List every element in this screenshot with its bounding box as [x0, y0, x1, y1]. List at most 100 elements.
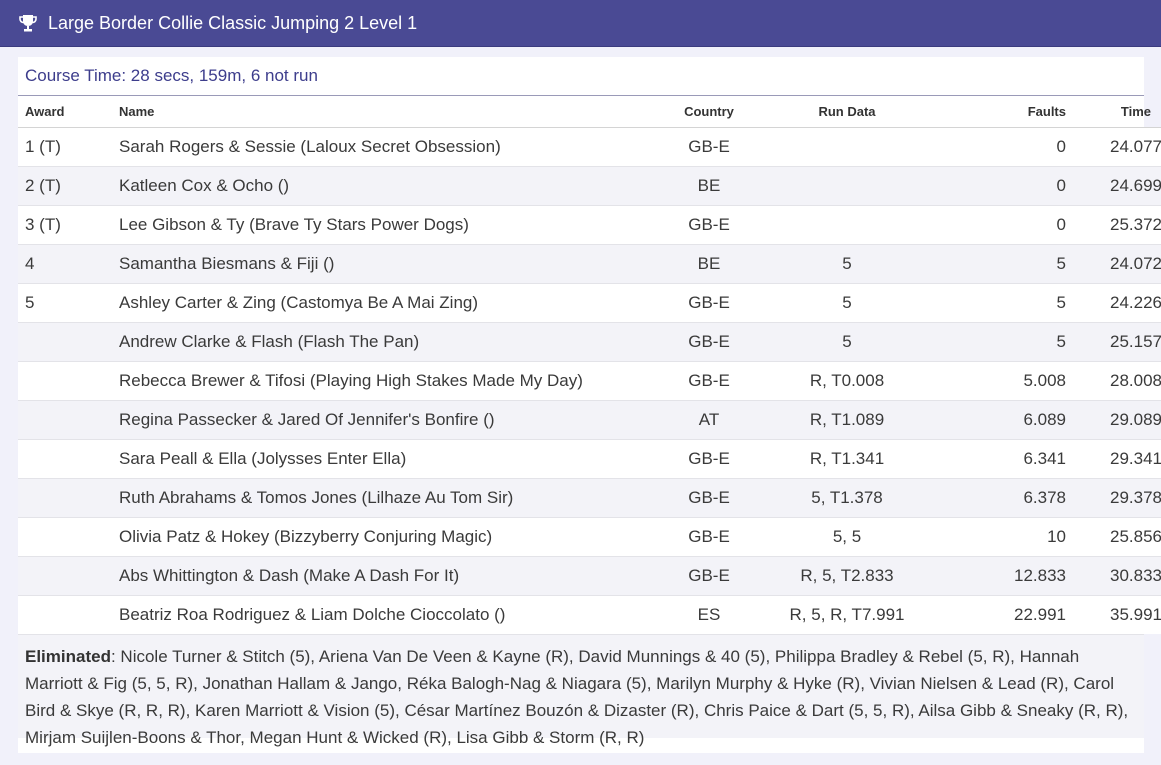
- time-cell: 24.699: [1066, 166, 1161, 206]
- name-cell: Andrew Clarke & Flash (Flash The Pan): [119, 322, 664, 362]
- faults-cell: 6.378: [940, 478, 1066, 518]
- faults-cell: 6.089: [940, 400, 1066, 440]
- col-time-header[interactable]: Time: [1066, 96, 1161, 128]
- name-cell: Lee Gibson & Ty (Brave Ty Stars Power Do…: [119, 205, 664, 245]
- name-cell: Ashley Carter & Zing (Castomya Be A Mai …: [119, 283, 664, 323]
- class-title: Large Border Collie Classic Jumping 2 Le…: [48, 12, 418, 33]
- run-data-cell: 5, T1.378: [754, 478, 940, 518]
- run-data-cell: 5: [754, 322, 940, 362]
- time-cell: 24.072: [1066, 244, 1161, 284]
- course-info: Course Time: 28 secs, 159m, 6 not run: [18, 57, 1144, 96]
- country-cell: BE: [664, 166, 754, 206]
- country-cell: GB-E: [664, 283, 754, 323]
- time-cell: 29.378: [1066, 478, 1161, 518]
- table-row: 2 (T) Katleen Cox & Ocho () BE 0 24.699: [18, 166, 1161, 206]
- country-cell: GB-E: [664, 517, 754, 557]
- faults-cell: 10: [940, 517, 1066, 557]
- award-cell: 2 (T): [18, 166, 119, 206]
- country-cell: AT: [664, 400, 754, 440]
- table-row: Olivia Patz & Hokey (Bizzyberry Conjurin…: [18, 517, 1161, 557]
- run-data-cell: [754, 166, 940, 206]
- trophy-icon: [19, 15, 37, 32]
- table-row: Ruth Abrahams & Tomos Jones (Lilhaze Au …: [18, 478, 1161, 518]
- award-cell: 1 (T): [18, 127, 119, 167]
- name-cell: Rebecca Brewer & Tifosi (Playing High St…: [119, 361, 664, 401]
- award-cell: [18, 400, 119, 440]
- col-award-header[interactable]: Award: [18, 96, 119, 128]
- country-cell: BE: [664, 244, 754, 284]
- col-name-header[interactable]: Name: [119, 96, 664, 128]
- name-cell: Samantha Biesmans & Fiji (): [119, 244, 664, 284]
- run-data-cell: 5, 5: [754, 517, 940, 557]
- time-cell: 25.157: [1066, 322, 1161, 362]
- name-cell: Olivia Patz & Hokey (Bizzyberry Conjurin…: [119, 517, 664, 557]
- table-row: Beatriz Roa Rodriguez & Liam Dolche Cioc…: [18, 595, 1161, 634]
- award-cell: [18, 595, 119, 634]
- award-cell: [18, 361, 119, 401]
- time-cell: 24.226: [1066, 283, 1161, 323]
- time-cell: 25.372: [1066, 205, 1161, 245]
- table-row: 3 (T) Lee Gibson & Ty (Brave Ty Stars Pow…: [18, 205, 1161, 245]
- name-cell: Sara Peall & Ella (Jolysses Enter Ella): [119, 439, 664, 479]
- country-cell: GB-E: [664, 361, 754, 401]
- table-row: Abs Whittington & Dash (Make A Dash For …: [18, 556, 1161, 596]
- faults-cell: 6.341: [940, 439, 1066, 479]
- name-cell: Sarah Rogers & Sessie (Laloux Secret Obs…: [119, 127, 664, 167]
- award-cell: [18, 439, 119, 479]
- results-table: Award Name Country Run Data Faults Time …: [18, 96, 1161, 634]
- faults-cell: 0: [940, 205, 1066, 245]
- award-cell: 4: [18, 244, 119, 284]
- country-cell: GB-E: [664, 322, 754, 362]
- name-cell: Ruth Abrahams & Tomos Jones (Lilhaze Au …: [119, 478, 664, 518]
- table-row: 4 Samantha Biesmans & Fiji () BE 5 5 24.072: [18, 244, 1161, 284]
- table-header-row: Award Name Country Run Data Faults Time: [18, 96, 1161, 128]
- table-row: Andrew Clarke & Flash (Flash The Pan) GB-…: [18, 322, 1161, 362]
- country-cell: GB-E: [664, 205, 754, 245]
- faults-cell: 0: [940, 166, 1066, 206]
- run-data-cell: 5: [754, 244, 940, 284]
- time-cell: 30.833: [1066, 556, 1161, 596]
- run-data-cell: R, T0.008: [754, 361, 940, 401]
- time-cell: 28.008: [1066, 361, 1161, 401]
- col-country-header[interactable]: Country: [664, 96, 754, 128]
- name-cell: Beatriz Roa Rodriguez & Liam Dolche Cioc…: [119, 595, 664, 634]
- time-cell: 29.089: [1066, 400, 1161, 440]
- run-data-cell: R, T1.341: [754, 439, 940, 479]
- faults-cell: 12.833: [940, 556, 1066, 596]
- country-cell: GB-E: [664, 556, 754, 596]
- faults-cell: 5: [940, 244, 1066, 284]
- col-run-header[interactable]: Run Data: [754, 96, 940, 128]
- class-header: Large Border Collie Classic Jumping 2 Le…: [0, 0, 1161, 47]
- country-cell: GB-E: [664, 127, 754, 167]
- col-faults-header[interactable]: Faults: [940, 96, 1066, 128]
- table-row: 5 Ashley Carter & Zing (Castomya Be A Mai…: [18, 283, 1161, 323]
- table-row: Regina Passecker & Jared Of Jennifer's B…: [18, 400, 1161, 440]
- award-cell: [18, 517, 119, 557]
- name-cell: Abs Whittington & Dash (Make A Dash For …: [119, 556, 664, 596]
- award-cell: [18, 322, 119, 362]
- award-cell: 5: [18, 283, 119, 323]
- faults-cell: 5: [940, 283, 1066, 323]
- time-cell: 35.991: [1066, 595, 1161, 634]
- time-cell: 24.077: [1066, 127, 1161, 167]
- eliminated-label: Eliminated: [25, 647, 111, 666]
- run-data-cell: R, 5, T2.833: [754, 556, 940, 596]
- run-data-cell: 5: [754, 283, 940, 323]
- table-row: Rebecca Brewer & Tifosi (Playing High St…: [18, 361, 1161, 401]
- time-cell: 29.341: [1066, 439, 1161, 479]
- name-cell: Regina Passecker & Jared Of Jennifer's B…: [119, 400, 664, 440]
- faults-cell: 5.008: [940, 361, 1066, 401]
- run-data-cell: [754, 205, 940, 245]
- award-cell: [18, 478, 119, 518]
- run-data-cell: [754, 127, 940, 167]
- table-row: 1 (T) Sarah Rogers & Sessie (Laloux Secre…: [18, 127, 1161, 167]
- award-cell: [18, 556, 119, 596]
- faults-cell: 5: [940, 322, 1066, 362]
- country-cell: GB-E: [664, 478, 754, 518]
- award-cell: 3 (T): [18, 205, 119, 245]
- eliminated-text: : Nicole Turner & Stitch (5), Ariena Van…: [25, 647, 1129, 747]
- faults-cell: 0: [940, 127, 1066, 167]
- time-cell: 25.856: [1066, 517, 1161, 557]
- run-data-cell: R, 5, R, T7.991: [754, 595, 940, 634]
- country-cell: ES: [664, 595, 754, 634]
